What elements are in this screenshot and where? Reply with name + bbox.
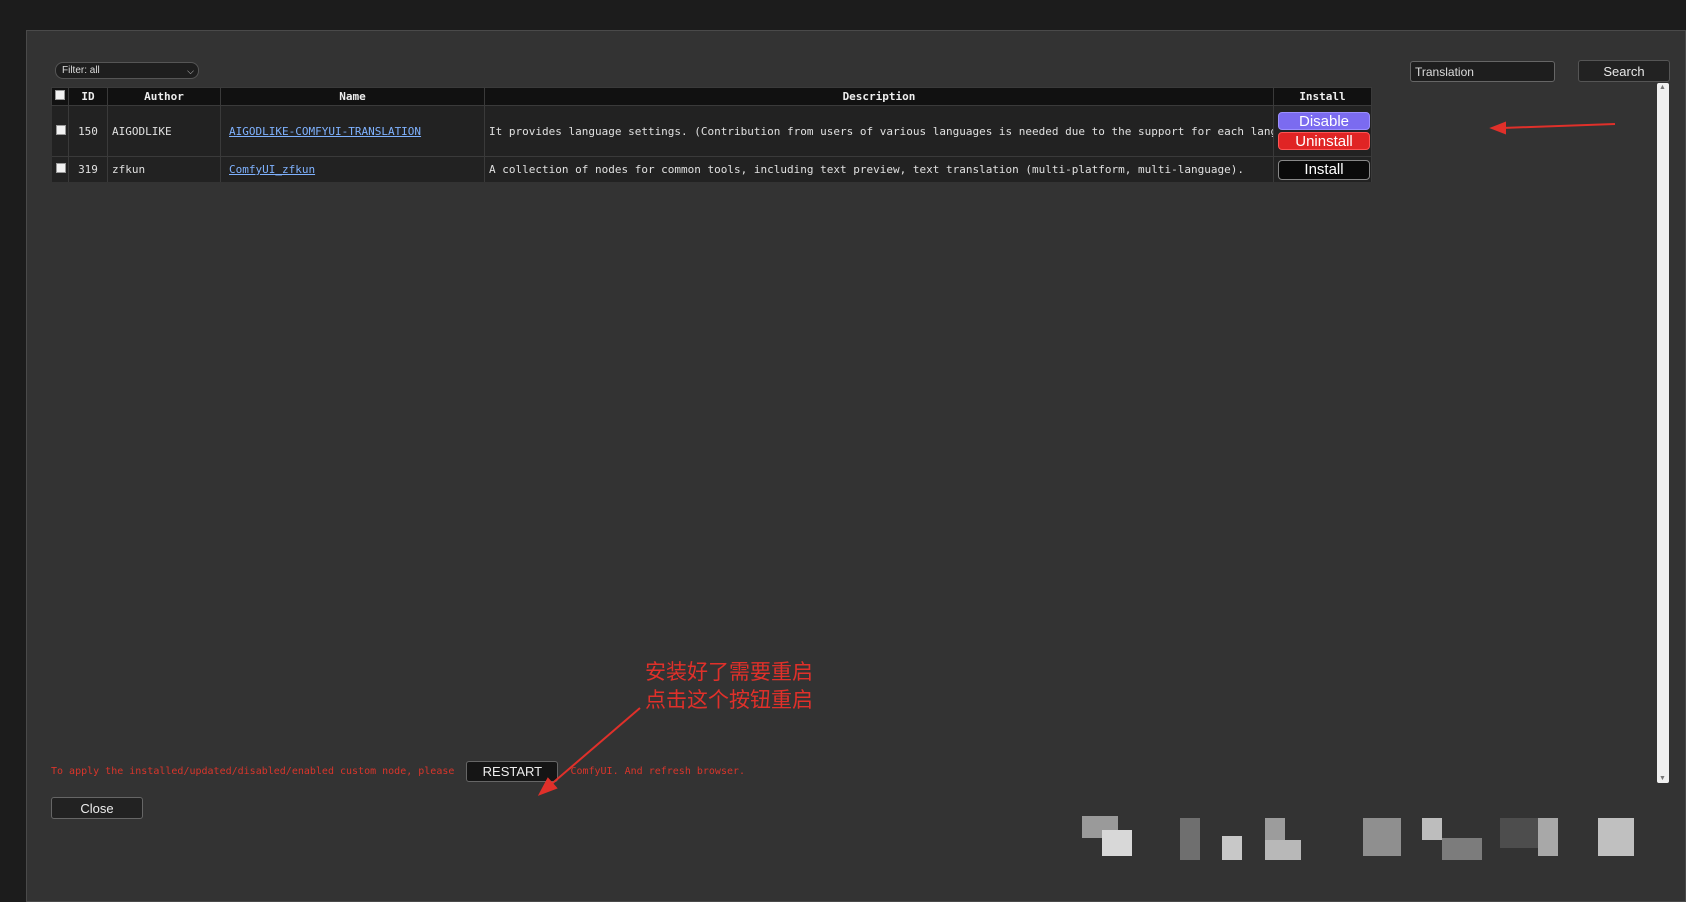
scroll-up-arrow-icon[interactable]: ▲ <box>1659 84 1666 91</box>
header-spacer <box>1372 88 1472 106</box>
install-header: Install <box>1273 87 1372 106</box>
search-button[interactable]: Search <box>1578 60 1670 82</box>
row-id: 150 <box>68 105 108 157</box>
row-checkbox-cell[interactable] <box>51 105 69 157</box>
name-header: Name <box>220 87 485 106</box>
row-description: A collection of nodes for common tools, … <box>484 156 1274 182</box>
annotation-line-1: 安装好了需要重启 <box>645 660 813 684</box>
custom-nodes-table: ID Author Name Description Install 150 A… <box>51 87 1472 182</box>
filter-value: Filter: all <box>62 65 100 76</box>
annotation-text: 安装好了需要重启 点击这个按钮重启 <box>645 658 813 714</box>
scroll-down-arrow-icon[interactable]: ▼ <box>1659 775 1666 782</box>
row-author: zfkun <box>107 156 221 182</box>
row-spacer <box>1372 157 1472 183</box>
row-actions: Disable Uninstall <box>1273 105 1372 157</box>
filter-dropdown[interactable]: Filter: all ⌵ <box>55 62 199 79</box>
row-spacer <box>1372 106 1472 157</box>
uninstall-button[interactable]: Uninstall <box>1278 132 1370 150</box>
table-header-row: ID Author Name Description Install <box>51 87 1472 106</box>
restart-notice-suffix: ComfyUI. And refresh browser. <box>570 766 746 777</box>
custom-nodes-manager-dialog: Filter: all ⌵ Translation Search ID Auth… <box>26 30 1686 902</box>
annotation-line-2: 点击这个按钮重启 <box>645 688 813 712</box>
disable-button[interactable]: Disable <box>1278 112 1370 130</box>
restart-notice: To apply the installed/updated/disabled/… <box>51 761 1051 785</box>
id-header: ID <box>68 87 108 106</box>
row-checkbox[interactable] <box>55 163 66 173</box>
search-input[interactable]: Translation <box>1410 61 1555 82</box>
table-row: 319 zfkun ComfyUI_zfkun A collection of … <box>51 156 1472 183</box>
row-checkbox[interactable] <box>55 124 66 135</box>
row-author: AIGODLIKE <box>107 105 221 157</box>
row-id: 319 <box>68 156 108 182</box>
restart-notice-prefix: To apply the installed/updated/disabled/… <box>51 766 455 777</box>
node-name-link[interactable]: AIGODLIKE-COMFYUI-TRANSLATION <box>229 125 421 138</box>
select-all-header[interactable] <box>51 87 69 106</box>
row-checkbox-cell[interactable] <box>51 156 69 182</box>
install-button[interactable]: Install <box>1278 159 1370 180</box>
restart-button[interactable]: RESTART <box>466 761 559 782</box>
node-name-link[interactable]: ComfyUI_zfkun <box>229 163 315 176</box>
row-actions: Install <box>1273 156 1372 182</box>
close-button[interactable]: Close <box>51 797 143 819</box>
vertical-scrollbar[interactable]: ▲ ▼ <box>1657 83 1669 783</box>
row-name-cell: ComfyUI_zfkun <box>220 156 485 182</box>
description-header: Description <box>484 87 1274 106</box>
select-all-checkbox[interactable] <box>55 90 65 100</box>
author-header: Author <box>107 87 221 106</box>
row-name-cell: AIGODLIKE-COMFYUI-TRANSLATION <box>220 105 485 157</box>
row-description: It provides language settings. (Contribu… <box>484 105 1274 157</box>
table-row: 150 AIGODLIKE AIGODLIKE-COMFYUI-TRANSLAT… <box>51 105 1472 157</box>
chevron-down-icon: ⌵ <box>187 66 194 76</box>
